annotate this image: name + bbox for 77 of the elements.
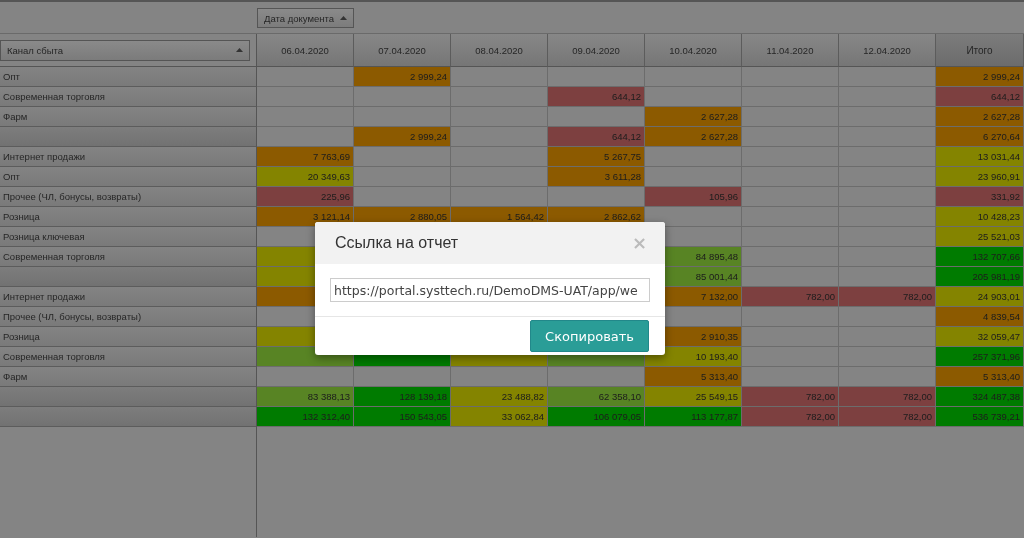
table-cell: 2 999,24 — [936, 67, 1024, 87]
row-label: Фарм — [0, 367, 257, 387]
table-cell: 23 960,91 — [936, 167, 1024, 187]
row-label: Розница ключевая — [0, 227, 257, 247]
table-cell: 150 543,05 — [354, 407, 451, 427]
table-cell: 2 627,28 — [645, 127, 742, 147]
table-cell: 13 031,44 — [936, 147, 1024, 167]
table-cell: 25 521,03 — [936, 227, 1024, 247]
table-cell: 5 313,40 — [645, 367, 742, 387]
row-label: Розница — [0, 207, 257, 227]
date-field-button[interactable]: Дата документа — [257, 8, 354, 28]
table-cell: 2 627,28 — [936, 107, 1024, 127]
table-cell: 782,00 — [742, 287, 839, 307]
table-cell: 2 999,24 — [354, 67, 451, 87]
table-cell: 5 267,75 — [548, 147, 645, 167]
table-cell: 24 903,01 — [936, 287, 1024, 307]
table-cell: 132 312,40 — [257, 407, 354, 427]
table-cell: 782,00 — [839, 387, 936, 407]
row-label: Современная торговля — [0, 247, 257, 267]
copy-button[interactable]: Скопировать — [530, 320, 649, 352]
table-cell: 782,00 — [839, 407, 936, 427]
column-header: 06.04.2020 — [257, 34, 354, 67]
table-cell: 3 611,28 — [548, 167, 645, 187]
column-header: Итого — [936, 34, 1024, 67]
link-field[interactable]: https://portal.systtech.ru/DemoDMS-UAT/app/we — [330, 278, 650, 302]
table-cell: 6 270,64 — [936, 127, 1024, 147]
column-header: 09.04.2020 — [548, 34, 645, 67]
table-cell: 205 981,19 — [936, 267, 1024, 287]
table-cell: 644,12 — [548, 127, 645, 147]
table-cell: 132 707,66 — [936, 247, 1024, 267]
table-cell: 83 388,13 — [257, 387, 354, 407]
table-cell: 25 549,15 — [645, 387, 742, 407]
table-cell: 128 139,18 — [354, 387, 451, 407]
table-cell: 20 349,63 — [257, 167, 354, 187]
table-cell: 23 488,82 — [451, 387, 548, 407]
table-cell: 782,00 — [742, 407, 839, 427]
table-cell: 257 371,96 — [936, 347, 1024, 367]
table-cell: 10 193,40 — [645, 347, 742, 367]
row-label: Современная торговля — [0, 87, 257, 107]
table-cell: 782,00 — [742, 387, 839, 407]
table-cell: 62 358,10 — [548, 387, 645, 407]
table-cell: 105,96 — [645, 187, 742, 207]
table-cell: 644,12 — [936, 87, 1024, 107]
table-cell: 782,00 — [839, 287, 936, 307]
dialog-title: Ссылка на отчет — [335, 234, 459, 252]
column-header: 10.04.2020 — [645, 34, 742, 67]
row-label: Интернет продажи — [0, 287, 257, 307]
row-label: Интернет продажи — [0, 147, 257, 167]
table-cell: 106 079,05 — [548, 407, 645, 427]
row-field-dropdown[interactable]: Канал сбыта — [0, 39, 250, 61]
row-label: Прочее (ЧЛ, бонусы, возвраты) — [0, 307, 257, 327]
table-cell: 33 062,84 — [451, 407, 548, 427]
table-cell: 331,92 — [936, 187, 1024, 207]
table-cell: 10 428,23 — [936, 207, 1024, 227]
column-header: 12.04.2020 — [839, 34, 936, 67]
row-label: Прочее (ЧЛ, бонусы, возвраты) — [0, 187, 257, 207]
table-cell: 113 177,87 — [645, 407, 742, 427]
caret-icon — [340, 16, 347, 20]
column-header: 08.04.2020 — [451, 34, 548, 67]
table-cell: 225,96 — [257, 187, 354, 207]
table-cell: 32 059,47 — [936, 327, 1024, 347]
column-header: 11.04.2020 — [742, 34, 839, 67]
row-label: Современная торговля — [0, 347, 257, 367]
table-cell: 2 999,24 — [354, 127, 451, 147]
row-label: Опт — [0, 167, 257, 187]
row-label: Розница — [0, 327, 257, 347]
row-label: Опт — [0, 67, 257, 87]
table-cell: 2 627,28 — [645, 107, 742, 127]
row-label: Фарм — [0, 107, 257, 127]
table-cell: 324 487,38 — [936, 387, 1024, 407]
table-cell: 536 739,21 — [936, 407, 1024, 427]
table-cell: 4 839,54 — [936, 307, 1024, 327]
column-header: 07.04.2020 — [354, 34, 451, 67]
table-cell: 5 313,40 — [936, 367, 1024, 387]
table-cell: 644,12 — [548, 87, 645, 107]
caret-icon — [236, 48, 243, 52]
table-cell: 7 763,69 — [257, 147, 354, 167]
